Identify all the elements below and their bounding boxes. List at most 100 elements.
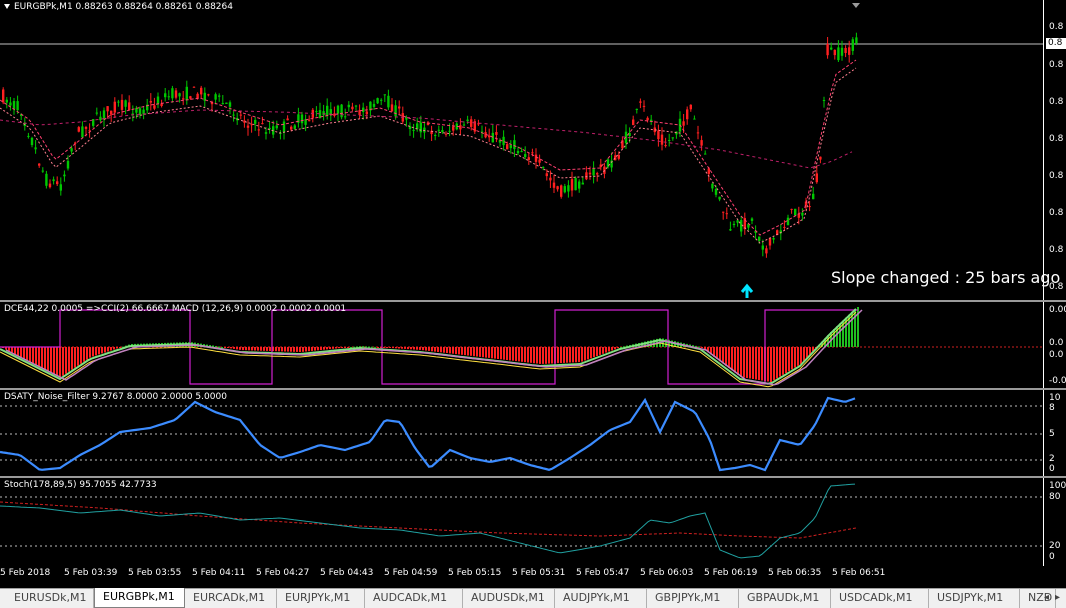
macd-histogram-bar — [530, 347, 532, 363]
noise-filter-pane[interactable]: DSATY_Noise_Filter 9.2767 8.0000 2.0000 … — [0, 390, 1066, 476]
candle-body — [812, 193, 815, 200]
candle-body — [336, 105, 340, 114]
macd-histogram-bar — [269, 347, 271, 351]
macd-histogram-bar — [224, 347, 226, 348]
macd-histogram-bar — [590, 347, 592, 359]
tab-usdjpyk[interactable]: USDJPYk,M1 — [929, 589, 1020, 608]
time-label: 5 Feb 06:35 — [768, 568, 822, 578]
candle-body — [326, 105, 329, 116]
macd-histogram-bar — [59, 347, 61, 377]
macd-histogram-bar — [698, 346, 700, 348]
macd-histogram-bar — [293, 347, 295, 352]
macd-cci-pane[interactable]: DCE44,22 0.0005 =>CCI(2) 66.6667 MACD (1… — [0, 302, 1066, 388]
candle-body — [657, 130, 660, 140]
tab-eurcadk[interactable]: EURCADk,M1 — [185, 589, 277, 608]
macd-histogram-bar — [404, 347, 406, 349]
candle-body — [646, 117, 649, 121]
tab-usdcadk[interactable]: USDCADk,M1 — [831, 589, 929, 608]
tab-audjpyk[interactable]: AUDJPYk,M1 — [555, 589, 647, 608]
macd-histogram-bar — [23, 347, 25, 359]
candle-body — [664, 145, 667, 147]
candle-body — [347, 104, 350, 108]
candle-body — [128, 102, 131, 111]
macd-histogram-bar — [365, 346, 367, 348]
candle-body — [560, 185, 563, 197]
macd-histogram-bar — [437, 347, 439, 352]
macd-histogram-bar — [362, 346, 364, 348]
price-chart[interactable] — [0, 0, 1066, 300]
candle-body — [682, 121, 685, 126]
candle-body — [178, 93, 181, 97]
candle-body — [711, 183, 714, 189]
macd-histogram-bar — [407, 347, 409, 350]
candle-body — [488, 135, 491, 138]
macd-histogram-bar — [533, 347, 535, 364]
macd-histogram-bar — [389, 347, 391, 348]
candle-body — [524, 154, 527, 157]
macd-histogram-bar — [68, 347, 70, 372]
macd-histogram-bar — [449, 347, 451, 354]
candle-body — [632, 119, 635, 126]
candle-body — [77, 127, 80, 132]
macd-histogram-bar — [560, 347, 562, 363]
macd-histogram-bar — [413, 347, 415, 350]
candle-body — [228, 102, 232, 107]
bid-price-label: 0.8 — [1046, 38, 1066, 49]
macd-histogram-bar — [425, 347, 427, 351]
stochastic-pane[interactable]: Stoch(178,89,5) 95.7055 42.7733 100 80 2… — [0, 478, 1066, 566]
candle-body — [588, 172, 592, 175]
candle-body — [376, 98, 379, 104]
noise-filter-chart[interactable] — [0, 390, 1066, 476]
macd-histogram-bar — [551, 347, 553, 364]
tab-scroll-right-icon[interactable]: ▸ — [1055, 592, 1060, 603]
candle-body — [696, 132, 700, 134]
indicator-tick: 0.00 — [1049, 305, 1066, 315]
candle-body — [264, 132, 268, 134]
macd-histogram-bar — [614, 347, 616, 350]
macd-histogram-bar — [89, 347, 91, 358]
macd-histogram-bar — [776, 347, 778, 379]
indicator-tick: 100 — [1049, 481, 1066, 491]
collapse-triangle-icon[interactable] — [4, 4, 10, 9]
tab-audusdk[interactable]: AUDUSDk,M1 — [463, 589, 555, 608]
time-label: 5 Feb 05:15 — [448, 568, 502, 578]
macd-histogram-bar — [113, 347, 115, 350]
indicator-tick: 0 — [1049, 464, 1055, 474]
tab-gbpaudk[interactable]: GBPAUDk,M1 — [739, 589, 831, 608]
macd-histogram-bar — [416, 347, 418, 350]
macd-cci-chart[interactable] — [0, 302, 1066, 388]
macd-histogram-bar — [752, 347, 754, 379]
tab-audcadk[interactable]: AUDCADk,M1 — [365, 589, 463, 608]
tab-eurjpyk[interactable]: EURJPYk,M1 — [277, 589, 365, 608]
macd-histogram-bar — [347, 347, 349, 348]
tab-eurusdk[interactable]: EURUSDk,M1 — [6, 589, 94, 608]
tab-gbpjpyk[interactable]: GBPJPYk,M1 — [647, 589, 739, 608]
candle-body — [117, 101, 120, 103]
macd-histogram-bar — [401, 347, 403, 349]
macd-histogram-bar — [119, 347, 121, 348]
candle-body — [819, 156, 822, 160]
macd-histogram-bar — [761, 347, 763, 381]
candle-body — [736, 220, 739, 223]
tab-eurgbpk[interactable]: EURGBPk,M1 — [94, 588, 185, 608]
stochastic-chart[interactable] — [0, 478, 1066, 566]
macd-histogram-bar — [320, 347, 322, 350]
main-chart-pane[interactable]: EURGBPk,M1 0.88263 0.88264 0.88261 0.882… — [0, 0, 1066, 300]
candle-body — [581, 182, 584, 185]
macd-histogram-bar — [245, 347, 247, 351]
candle-body — [527, 157, 530, 160]
tab-scroll-left-icon[interactable]: ◂ — [1044, 592, 1049, 603]
tab-nzd[interactable]: NZD — [1020, 589, 1056, 608]
candle-body — [585, 172, 588, 180]
macd-histogram-bar — [392, 347, 394, 349]
candle-body — [315, 111, 318, 113]
time-label: 5 Feb 06:51 — [832, 568, 886, 578]
macd-histogram-bar — [779, 347, 781, 377]
macd-histogram-bar — [767, 347, 769, 382]
indicator-tick: 8 — [1049, 403, 1055, 413]
macd-histogram-bar — [395, 347, 397, 349]
macd-histogram-bar — [56, 347, 58, 375]
macd-histogram-bar — [446, 347, 448, 353]
macd-histogram-bar — [458, 347, 460, 355]
macd-histogram-bar — [728, 347, 730, 368]
